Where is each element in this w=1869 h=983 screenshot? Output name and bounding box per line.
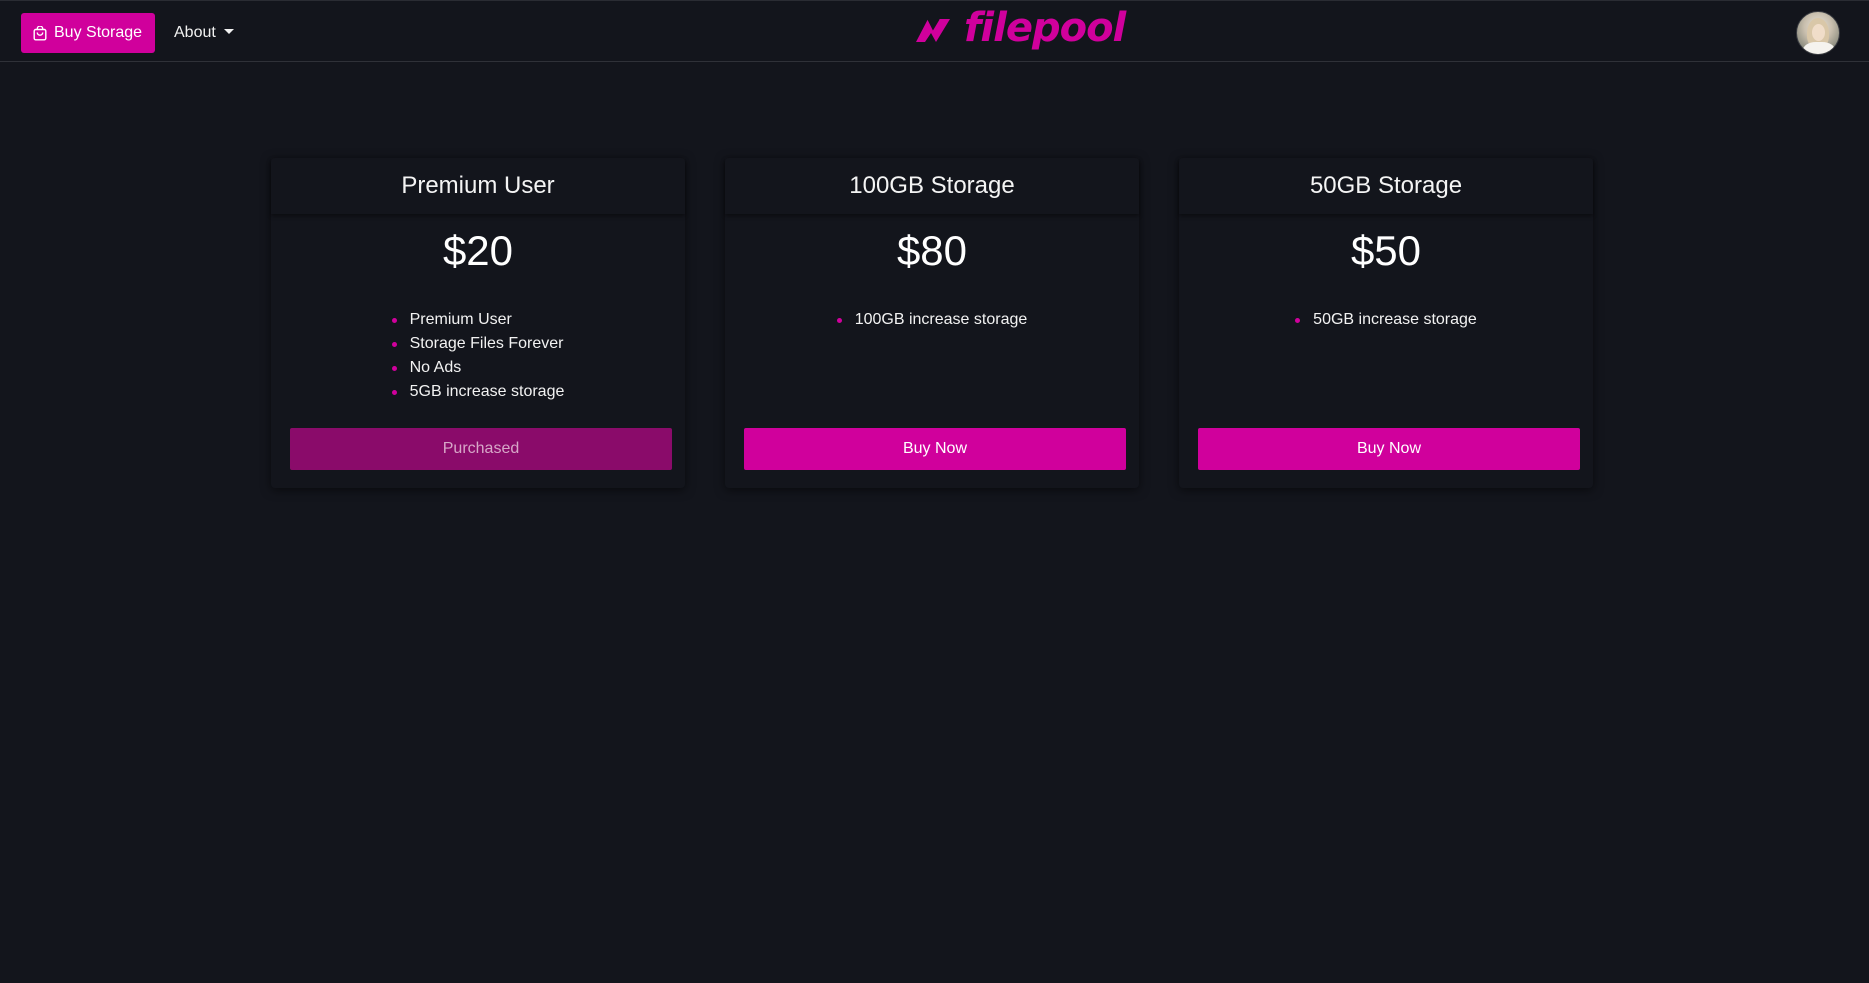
pricing-card-premium-user: Premium User $20 Premium User Storage Fi… xyxy=(271,158,685,488)
brand-name: filepool xyxy=(964,5,1126,51)
feature-list: 50GB increase storage xyxy=(1295,308,1477,332)
feature-list-wrap: 100GB increase storage xyxy=(725,308,1139,332)
feature-item: Storage Files Forever xyxy=(391,332,565,356)
feature-list-wrap: 50GB increase storage xyxy=(1179,308,1593,332)
card-title: 50GB Storage xyxy=(1179,158,1593,214)
feature-item: 100GB increase storage xyxy=(836,308,1027,332)
card-title: Premium User xyxy=(271,158,685,214)
feature-item: No Ads xyxy=(391,356,565,380)
buy-storage-button[interactable]: Buy Storage xyxy=(21,13,156,53)
feature-list: Premium User Storage Files Forever No Ad… xyxy=(391,308,565,404)
user-avatar[interactable] xyxy=(1796,11,1840,55)
chevron-down-icon xyxy=(223,29,234,34)
card-price: $50 xyxy=(1350,227,1422,274)
card-title: 100GB Storage xyxy=(725,158,1139,214)
feature-item: 50GB increase storage xyxy=(1295,308,1477,332)
avatar-face xyxy=(1812,24,1825,41)
about-dropdown[interactable]: About xyxy=(174,13,234,53)
buy-storage-label: Buy Storage xyxy=(54,24,143,41)
feature-item: 5GB increase storage xyxy=(391,380,564,404)
card-price: $80 xyxy=(896,227,968,274)
purchased-button: Purchased xyxy=(290,428,672,470)
feature-item: Premium User xyxy=(391,308,565,332)
card-price: $20 xyxy=(442,227,514,274)
feature-list: 100GB increase storage xyxy=(836,308,1027,332)
pricing-card-100gb-storage: 100GB Storage $80 100GB increase storage… xyxy=(725,158,1139,488)
shopping-bag-icon xyxy=(33,25,47,41)
buy-now-button[interactable]: Buy Now xyxy=(1198,428,1580,470)
pricing-card-50gb-storage: 50GB Storage $50 50GB increase storage B… xyxy=(1179,158,1593,488)
avatar-body xyxy=(1803,42,1835,54)
buy-now-button[interactable]: Buy Now xyxy=(744,428,1126,470)
filepool-logo-icon xyxy=(914,15,952,45)
brand-logo[interactable]: filepool xyxy=(914,5,1126,55)
about-label: About xyxy=(174,24,216,41)
top-navbar: Buy Storage About filepool xyxy=(0,0,1869,62)
feature-list-wrap: Premium User Storage Files Forever No Ad… xyxy=(271,308,685,404)
